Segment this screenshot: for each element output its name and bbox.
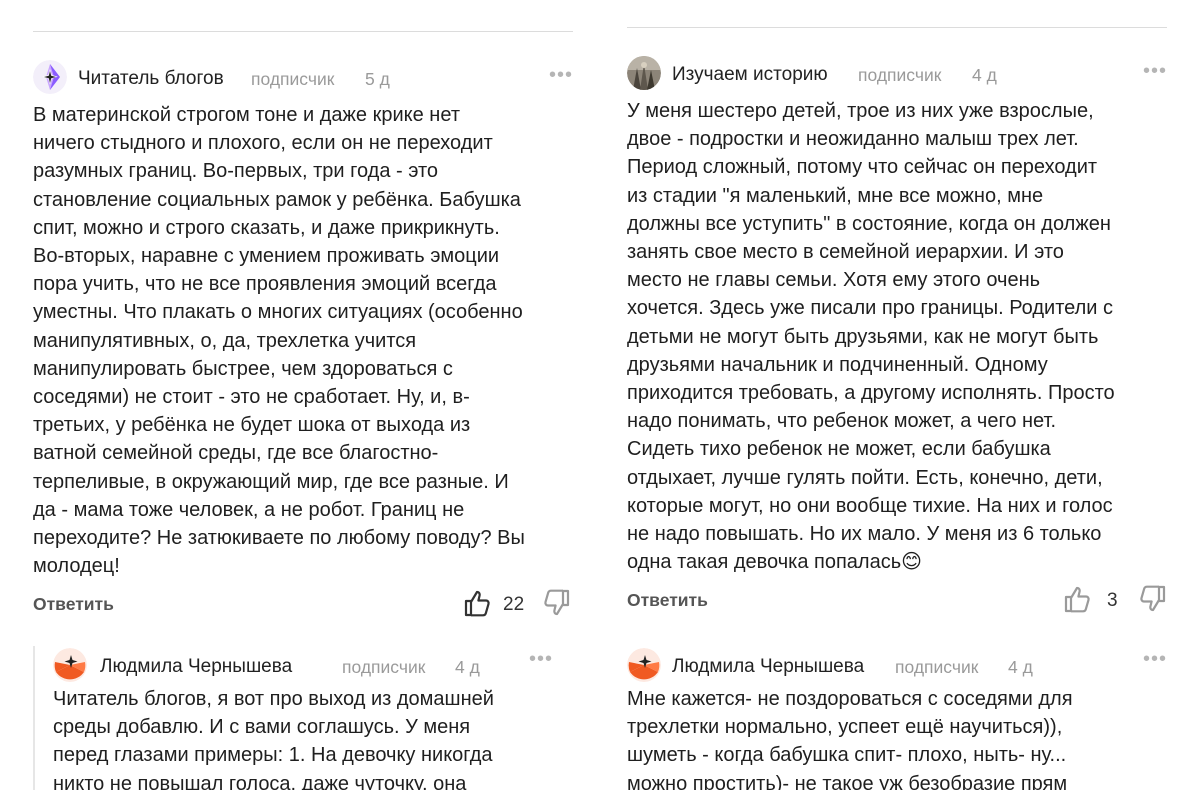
more-options-icon[interactable]: •••: [549, 64, 573, 87]
comment-text: У меня шестеро детей, трое из них уже вз…: [627, 100, 1115, 574]
top-divider-right: [627, 27, 1167, 28]
author-role: подписчик: [895, 657, 979, 677]
reactions: 22: [463, 588, 573, 622]
thumbs-down-icon[interactable]: [1139, 584, 1167, 614]
reply-text: Читатель блогов, я вот про выход из дома…: [53, 688, 494, 790]
comment-actions: Ответить 3: [627, 586, 1167, 624]
reply-header: Людмила Чернышева подписчик 4 д •••: [627, 648, 1167, 688]
comment-card: Читатель блогов подписчик 5 д ••• В мате…: [33, 60, 573, 628]
comments-page: Читатель блогов подписчик 5 д ••• В мате…: [0, 0, 1200, 790]
author-name[interactable]: Изучаем историю: [672, 64, 828, 86]
comment-time: 4 д: [1008, 657, 1033, 677]
comment-time: 4 д: [455, 657, 480, 677]
reply-thread-line: [33, 646, 35, 790]
comment-text: В материнской строгом тоне и даже крике …: [33, 104, 525, 578]
author-name[interactable]: Читатель блогов: [78, 68, 224, 90]
avatar-icon[interactable]: [33, 60, 67, 94]
comment-header: Изучаем историю подписчик 4 д •••: [627, 56, 1167, 96]
comment-card: Изучаем историю подписчик 4 д ••• У меня…: [627, 56, 1167, 624]
reply-text: Мне кажется- не поздороваться с соседями…: [627, 688, 1073, 790]
reply-card: Людмила Чернышева подписчик 4 д ••• Мне …: [627, 648, 1167, 790]
thumbs-up-icon[interactable]: [1063, 584, 1091, 614]
reply-button[interactable]: Ответить: [33, 594, 114, 615]
like-count: 3: [1107, 590, 1118, 612]
comment-time: 4 д: [972, 65, 997, 85]
comment-time: 5 д: [365, 69, 390, 89]
reply-header: Людмила Чернышева подписчик 4 д •••: [53, 648, 573, 688]
avatar-icon[interactable]: [53, 648, 87, 682]
author-role: подписчик: [251, 69, 335, 89]
more-options-icon[interactable]: •••: [529, 648, 553, 671]
thumbs-up-icon[interactable]: [463, 588, 491, 618]
author-role: подписчик: [342, 657, 426, 677]
more-options-icon[interactable]: •••: [1143, 60, 1167, 83]
thumbs-down-icon[interactable]: [543, 588, 571, 618]
author-name[interactable]: Людмила Чернышева: [100, 656, 292, 678]
avatar-icon[interactable]: [627, 56, 661, 90]
comment-actions: Ответить 22: [33, 590, 573, 628]
reply-card: Людмила Чернышева подписчик 4 д ••• Чита…: [53, 648, 573, 790]
more-options-icon[interactable]: •••: [1143, 648, 1167, 671]
top-divider-left: [33, 31, 573, 32]
reply-button[interactable]: Ответить: [627, 590, 708, 611]
author-name[interactable]: Людмила Чернышева: [672, 656, 864, 678]
avatar-icon[interactable]: [627, 648, 661, 682]
like-count: 22: [503, 594, 525, 616]
author-role: подписчик: [858, 65, 942, 85]
comment-header: Читатель блогов подписчик 5 д •••: [33, 60, 573, 100]
reactions: 3: [1063, 584, 1167, 618]
